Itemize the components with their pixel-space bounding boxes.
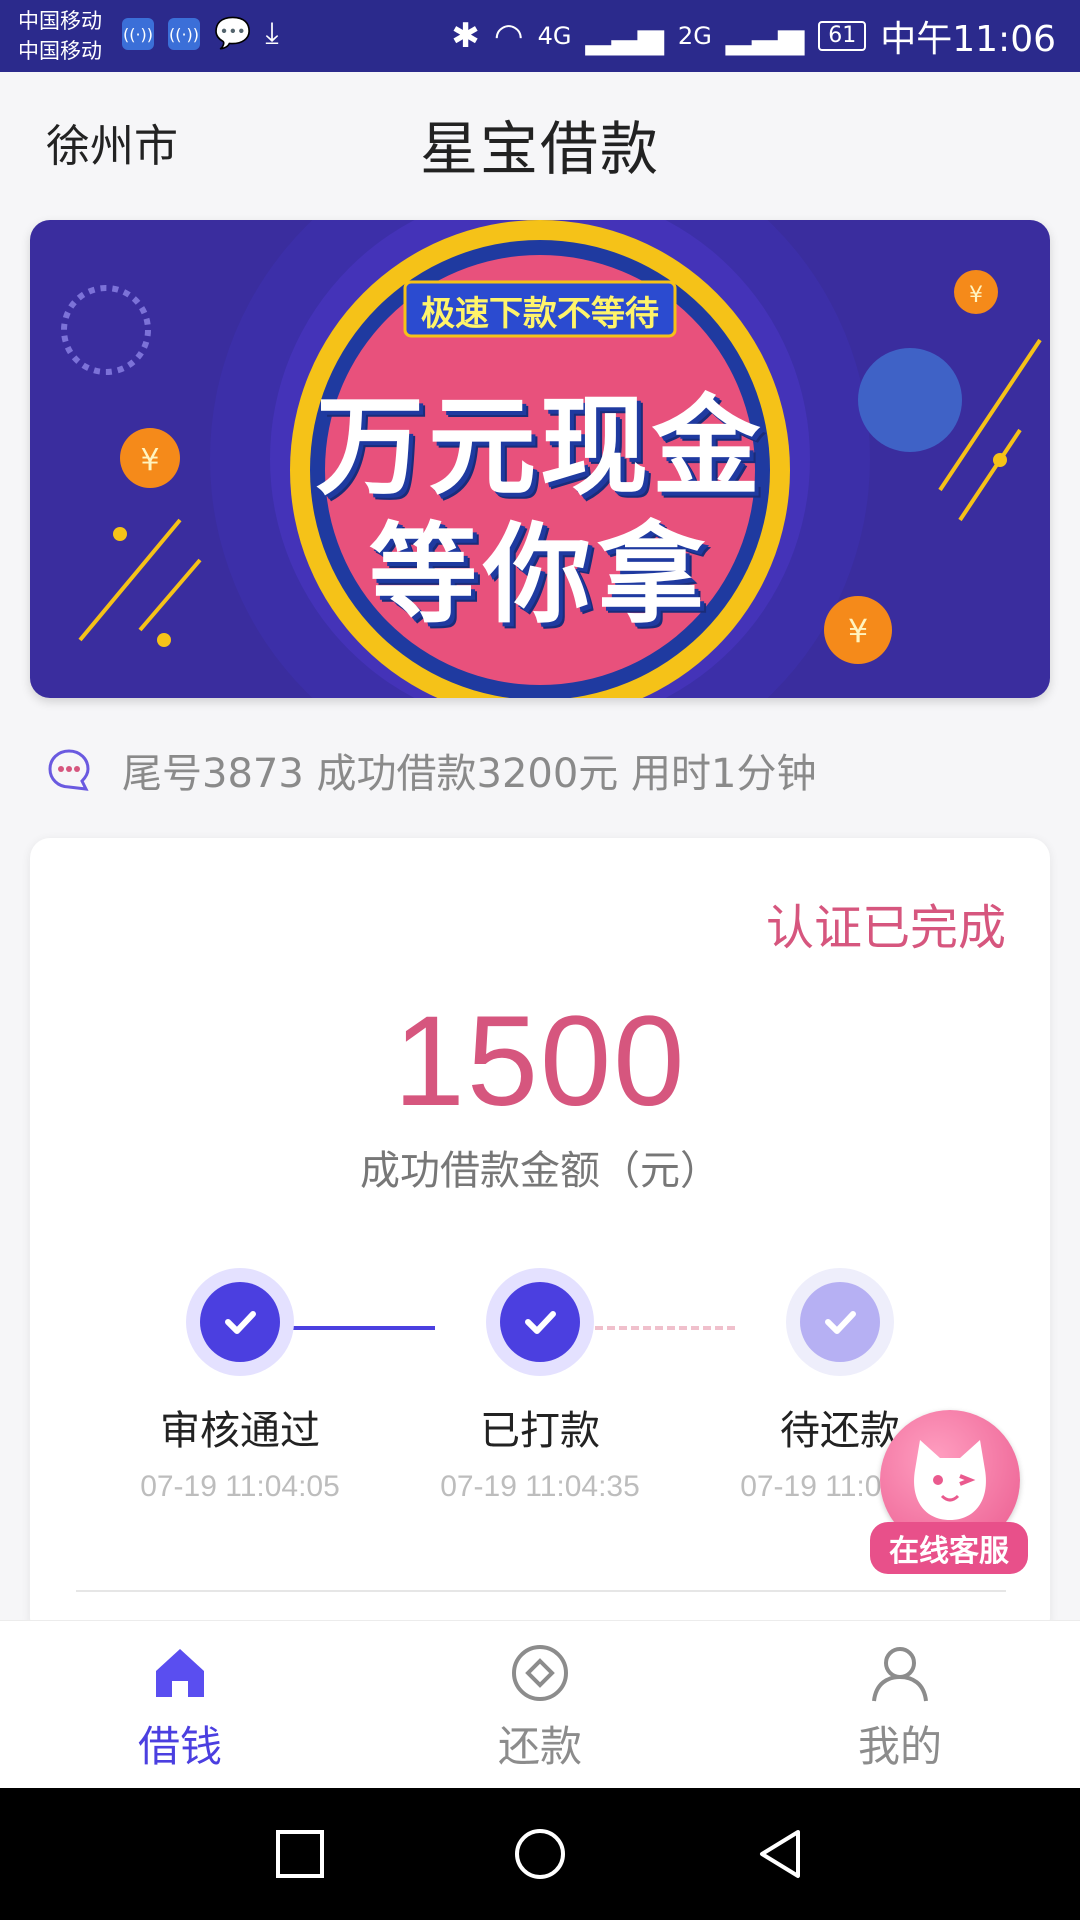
svg-text:¥: ¥ xyxy=(848,612,868,650)
cert-status: 认证已完成 xyxy=(765,900,1006,956)
online-service-button[interactable]: 在线客服 xyxy=(870,1410,1028,1574)
system-nav-bar xyxy=(0,1788,1080,1920)
back-icon[interactable] xyxy=(752,1826,808,1882)
check-icon xyxy=(500,1282,580,1362)
check-icon xyxy=(200,1282,280,1362)
message-icon: 💬 xyxy=(214,16,252,51)
signal-icon: ▂▃▅ xyxy=(585,16,664,56)
page-title: 星宝借款 xyxy=(419,115,660,183)
carrier-info: 中国移动 中国移动 xyxy=(18,6,102,66)
step-label: 已打款 xyxy=(480,1408,600,1454)
loan-amount-label: 成功借款金额（元） xyxy=(360,1148,720,1194)
chat-bubble-icon xyxy=(48,749,90,791)
notification-icons: ((·)) ((·)) 💬 ⤓ xyxy=(122,18,279,50)
tab-label: 还款 xyxy=(497,1722,582,1771)
step-ring xyxy=(486,1268,594,1376)
download-icon: ⤓ xyxy=(265,16,279,51)
coin-icon xyxy=(512,1645,568,1701)
tab-borrow[interactable]: 借钱 xyxy=(80,1643,280,1774)
system-icons: ✱ ◠ 4G ▂▃▅ 2G ▂▃▅ 61 中午11:06 xyxy=(451,12,1056,60)
app-header: 徐州市 星宝借款 xyxy=(0,72,1080,214)
step-approved: 审核通过 07-19 11:04:05 xyxy=(90,1268,390,1504)
recent-apps-icon[interactable] xyxy=(272,1826,328,1882)
hotspot-icon: ((·)) xyxy=(122,18,154,50)
tab-label: 借钱 xyxy=(137,1722,222,1771)
step-time: 07-19 11:04:35 xyxy=(440,1470,640,1503)
home-nav-icon[interactable] xyxy=(512,1826,568,1882)
clock: 中午11:06 xyxy=(880,19,1056,60)
home-icon xyxy=(156,1649,204,1697)
tab-repay[interactable]: 还款 xyxy=(440,1643,640,1774)
battery-icon: 61 xyxy=(818,21,867,51)
hotspot-icon-2: ((·)) xyxy=(168,18,200,50)
loan-ticker: 尾号3873 成功借款3200元 用时1分钟 xyxy=(46,738,816,802)
tab-label: 我的 xyxy=(857,1722,942,1771)
signal-2g-label: 2G xyxy=(677,22,712,50)
step-ring xyxy=(786,1268,894,1376)
step-time: 07-19 11:04:05 xyxy=(140,1470,340,1503)
promo-banner[interactable]: ¥ ¥ ¥ 极速下款不等待 万元现金 等你拿 xyxy=(30,220,1050,698)
step-ring xyxy=(186,1268,294,1376)
bluetooth-icon: ✱ xyxy=(451,16,480,56)
status-bar: 中国移动 中国移动 ((·)) ((·)) 💬 ⤓ ✱ ◠ 4G ▂▃▅ 2G … xyxy=(0,0,1080,72)
bottom-tab-bar: 借钱 还款 我的 xyxy=(0,1620,1080,1788)
step-label: 审核通过 xyxy=(160,1408,320,1454)
service-label: 在线客服 xyxy=(870,1522,1028,1574)
wifi-icon: ◠ xyxy=(493,16,524,56)
signal-4g-label: 4G xyxy=(537,22,572,50)
tab-mine[interactable]: 我的 xyxy=(800,1643,1000,1774)
carrier-2: 中国移动 xyxy=(18,39,102,63)
step-paid: 已打款 07-19 11:04:35 xyxy=(390,1268,690,1504)
check-icon xyxy=(800,1282,880,1362)
loan-amount: 1500 xyxy=(393,990,687,1133)
user-icon xyxy=(872,1647,928,1702)
card-divider xyxy=(76,1590,1006,1592)
signal-icon-2: ▂▃▅ xyxy=(725,16,805,56)
carrier-1: 中国移动 xyxy=(18,9,102,33)
banner-headline-2: 等你拿 xyxy=(368,513,711,638)
ticker-text: 尾号3873 成功借款3200元 用时1分钟 xyxy=(122,751,817,797)
banner-tagline: 极速下款不等待 xyxy=(421,294,659,334)
svg-text:¥: ¥ xyxy=(969,283,983,308)
svg-text:¥: ¥ xyxy=(140,443,159,478)
